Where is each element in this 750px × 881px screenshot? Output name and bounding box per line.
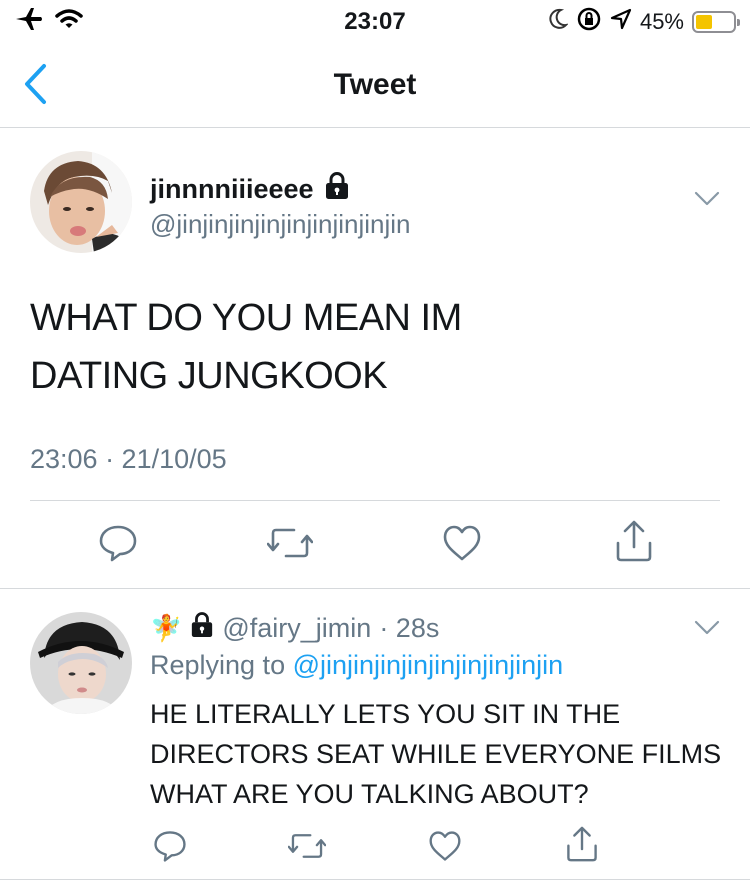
reply-text: HE LITERALLY LETS YOU SIT IN THE DIRECTO… [150, 699, 722, 809]
share-icon [616, 520, 652, 562]
retweet-button[interactable] [266, 521, 314, 565]
battery-icon [692, 11, 740, 33]
tweet-text: WHAT DO YOU MEAN IM DATING JUNGKOOK [30, 289, 670, 405]
reply-header: 🧚 @fairy_jimin · 28s [150, 612, 439, 645]
status-bar: 23:07 45% [0, 0, 750, 40]
replying-to: Replying to @jinjinjinjinjinjinjinjinjin [150, 650, 563, 681]
retweet-button[interactable] [285, 826, 329, 866]
fairy-emoji: 🧚 [150, 613, 183, 643]
tweet-timestamp[interactable]: 23:06 · 21/10/05 [30, 444, 227, 475]
tweet-text-line: WHAT DO YOU MEAN IM [30, 297, 462, 339]
lock-icon [190, 612, 214, 645]
reply-icon [99, 525, 137, 562]
reply-handle[interactable]: @fairy_jimin [222, 613, 371, 644]
tweet-actions [0, 520, 750, 571]
lock-icon [324, 172, 350, 207]
avatar[interactable] [30, 151, 132, 253]
battery-level [696, 15, 713, 29]
reply-time: · 28s [379, 613, 440, 643]
chevron-down-icon [694, 620, 720, 635]
status-right: 45% [548, 6, 740, 38]
divider [0, 879, 750, 880]
like-button[interactable] [440, 521, 484, 565]
reply-button[interactable] [96, 521, 140, 565]
display-name[interactable]: jinnnniiieeee [150, 172, 350, 207]
nav-bar: Tweet [0, 40, 750, 128]
chevron-down-icon [694, 191, 720, 206]
divider [30, 500, 720, 501]
like-button[interactable] [425, 826, 465, 866]
reply-icon [154, 831, 186, 862]
tweet-menu-button[interactable] [694, 191, 720, 212]
reply-menu-button[interactable] [694, 620, 720, 641]
share-icon [567, 826, 597, 862]
tweet-text-line: DATING JUNGKOOK [30, 355, 388, 397]
page-title: Tweet [333, 68, 417, 101]
heart-icon [443, 525, 481, 561]
share-button[interactable] [562, 822, 602, 866]
reply-actions [0, 826, 750, 866]
display-name-text: jinnnniiieeee [150, 174, 314, 204]
orientation-lock-icon [576, 6, 602, 38]
heart-icon [429, 831, 461, 861]
replying-to-link[interactable]: @jinjinjinjinjinjinjinjinjin [293, 650, 564, 680]
user-handle[interactable]: @jinjinjinjinjinjinjinjinjin [150, 209, 411, 240]
battery-tip [737, 19, 740, 26]
retweet-icon [288, 834, 326, 858]
reply-button[interactable] [150, 826, 190, 866]
battery-percent: 45% [639, 9, 684, 34]
reply-tweet: 🧚 @fairy_jimin · 28s Replying to @jinjin… [0, 590, 750, 881]
avatar[interactable] [30, 612, 132, 714]
tweet-detail-screen: 23:07 45% Tweet jinnnniiieeee @jinjinjin… [0, 0, 750, 881]
main-tweet: jinnnniiieeee @jinjinjinjinjinjinjinjinj… [0, 129, 750, 589]
moon-icon [548, 8, 569, 36]
replying-prefix: Replying to [150, 650, 286, 680]
share-button[interactable] [612, 517, 656, 565]
retweet-icon [267, 528, 313, 558]
location-icon [610, 8, 632, 36]
